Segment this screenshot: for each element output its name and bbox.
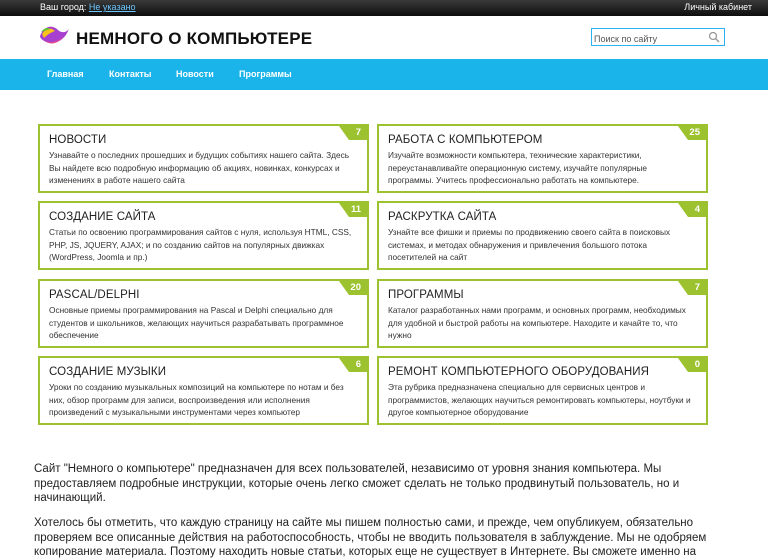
count-badge: 25: [674, 126, 706, 140]
count-value: 20: [350, 282, 361, 293]
nav-item-home[interactable]: Главная: [47, 69, 84, 79]
count-badge: 7: [335, 126, 367, 140]
count-badge: 7: [674, 281, 706, 295]
count-badge: 20: [335, 281, 367, 295]
card-description: Каталог разработанных нами программ, и о…: [388, 305, 686, 340]
card-title[interactable]: Новости: [49, 134, 106, 146]
site-header: НЕМНОГО О КОМПЬЮТЕРЕ: [0, 16, 768, 59]
search-box: [591, 28, 725, 46]
nav-item-news[interactable]: Новости: [176, 69, 214, 79]
main-nav: Главная Контакты Новости Программы: [0, 59, 768, 90]
top-bar: Ваш город: Не указано Личный кабинет: [0, 0, 768, 16]
category-card-news[interactable]: Новости Узнавайте о последних прошедших …: [38, 124, 369, 193]
category-card-music[interactable]: Создание музыки Уроки по созданию музыка…: [38, 356, 369, 425]
count-value: 7: [355, 127, 361, 138]
card-title[interactable]: Работа с компьютером: [388, 134, 542, 146]
card-description: Основные приемы программирования на Pasc…: [49, 305, 344, 340]
nav-item-contacts[interactable]: Контакты: [109, 69, 151, 79]
personal-cabinet-link[interactable]: Личный кабинет: [684, 2, 752, 12]
card-description: Изучайте возможности компьютера, техниче…: [388, 150, 647, 185]
card-title[interactable]: Pascal/Delphi: [49, 289, 140, 301]
city-selector: Ваш город: Не указано: [40, 2, 136, 12]
card-description: Эта рубрика предназначена специально для…: [388, 382, 691, 417]
card-description: Уроки по созданию музыкальных композиций…: [49, 382, 344, 417]
count-value: 0: [694, 359, 700, 370]
search-icon[interactable]: [708, 31, 720, 43]
card-title[interactable]: Ремонт компьютерного оборудования: [388, 366, 649, 378]
count-value: 25: [689, 127, 700, 138]
card-title[interactable]: Создание музыки: [49, 366, 166, 378]
card-title[interactable]: Раскрутка сайта: [388, 211, 496, 223]
logo-icon[interactable]: [38, 22, 70, 48]
card-title[interactable]: Программы: [388, 289, 464, 301]
count-badge: 6: [335, 358, 367, 372]
intro-paragraph: Хотелось бы отметить, что каждую страниц…: [34, 517, 707, 558]
category-card-programs[interactable]: Программы Каталог разработанных нами про…: [377, 279, 708, 348]
card-description: Узнавайте о последних прошедших и будущи…: [49, 150, 350, 185]
count-badge: 11: [335, 203, 367, 217]
count-badge: 0: [674, 358, 706, 372]
search-input[interactable]: [594, 32, 704, 46]
category-card-computer[interactable]: Работа с компьютером Изучайте возможност…: [377, 124, 708, 193]
site-title[interactable]: НЕМНОГО О КОМПЬЮТЕРЕ: [76, 29, 312, 49]
card-description: Статьи по освоению программирования сайт…: [49, 227, 352, 262]
count-value: 7: [694, 282, 700, 293]
card-description: Узнайте все фишки и приемы по продвижени…: [388, 227, 671, 262]
category-card-repair[interactable]: Ремонт компьютерного оборудования Эта ру…: [377, 356, 708, 425]
city-link[interactable]: Не указано: [89, 2, 136, 12]
card-title[interactable]: Создание сайта: [49, 211, 156, 223]
nav-item-programs[interactable]: Программы: [239, 69, 292, 79]
category-card-promotion[interactable]: Раскрутка сайта Узнайте все фишки и прие…: [377, 201, 708, 270]
category-card-site-creation[interactable]: Создание сайта Статьи по освоению програ…: [38, 201, 369, 270]
category-card-pascal[interactable]: Pascal/Delphi Основные приемы программир…: [38, 279, 369, 348]
city-label: Ваш город:: [40, 2, 87, 12]
count-value: 11: [350, 204, 361, 215]
intro-paragraph: Сайт "Немного о компьютере" предназначен…: [34, 463, 680, 504]
count-value: 4: [694, 204, 700, 215]
count-badge: 4: [674, 203, 706, 217]
count-value: 6: [355, 359, 361, 370]
